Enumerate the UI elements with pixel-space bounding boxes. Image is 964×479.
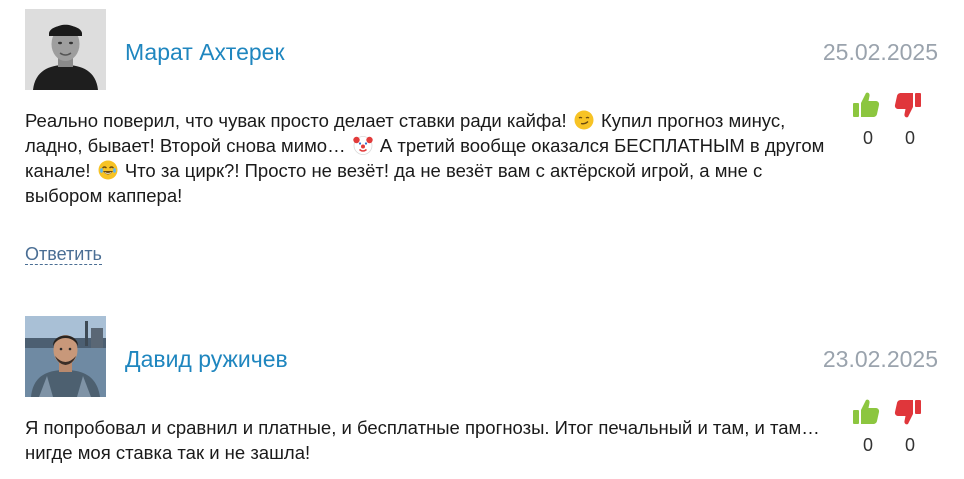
- like-count: 0: [862, 128, 873, 148]
- joy-face-emoji: [98, 160, 118, 180]
- comment-text: Реально поверил, что чувак просто делает…: [25, 108, 830, 208]
- avatar-photo: [25, 9, 106, 90]
- thumbs-up-icon: [853, 92, 880, 117]
- thumbs-down-icon: [894, 400, 921, 425]
- dislike-count: 0: [904, 435, 915, 455]
- like-count: 0: [862, 435, 873, 455]
- comment-date: 23.02.2025: [822, 346, 938, 372]
- author-name[interactable]: Марат Ахтерек: [125, 39, 285, 66]
- thumbs-down-icon: [894, 93, 921, 118]
- thumbs-up-icon: [853, 399, 880, 424]
- avatar[interactable]: [25, 316, 106, 397]
- reply-link[interactable]: Ответить: [25, 244, 102, 265]
- dislike-count: 0: [904, 128, 915, 148]
- comment-text-part: Реально поверил, что чувак просто делает…: [25, 110, 567, 131]
- comment-date: 25.02.2025: [822, 39, 938, 65]
- like-button[interactable]: [851, 90, 881, 120]
- comment-text-part: Что за цирк?! Просто не везёт! да не вез…: [25, 160, 763, 206]
- comment-text: Я попробовал и сравнил и платные, и бесп…: [25, 417, 820, 463]
- vote-panel: 0 0: [848, 90, 928, 150]
- avatar-photo: [25, 316, 106, 397]
- avatar[interactable]: [25, 9, 106, 90]
- clown-face-emoji: [353, 136, 373, 155]
- vote-panel: 0 0: [848, 397, 928, 457]
- dislike-button[interactable]: [893, 90, 923, 120]
- like-button[interactable]: [851, 397, 881, 427]
- dislike-button[interactable]: [893, 397, 923, 427]
- smirking-face-emoji: [574, 110, 594, 130]
- author-name[interactable]: Давид ружичев: [125, 346, 288, 373]
